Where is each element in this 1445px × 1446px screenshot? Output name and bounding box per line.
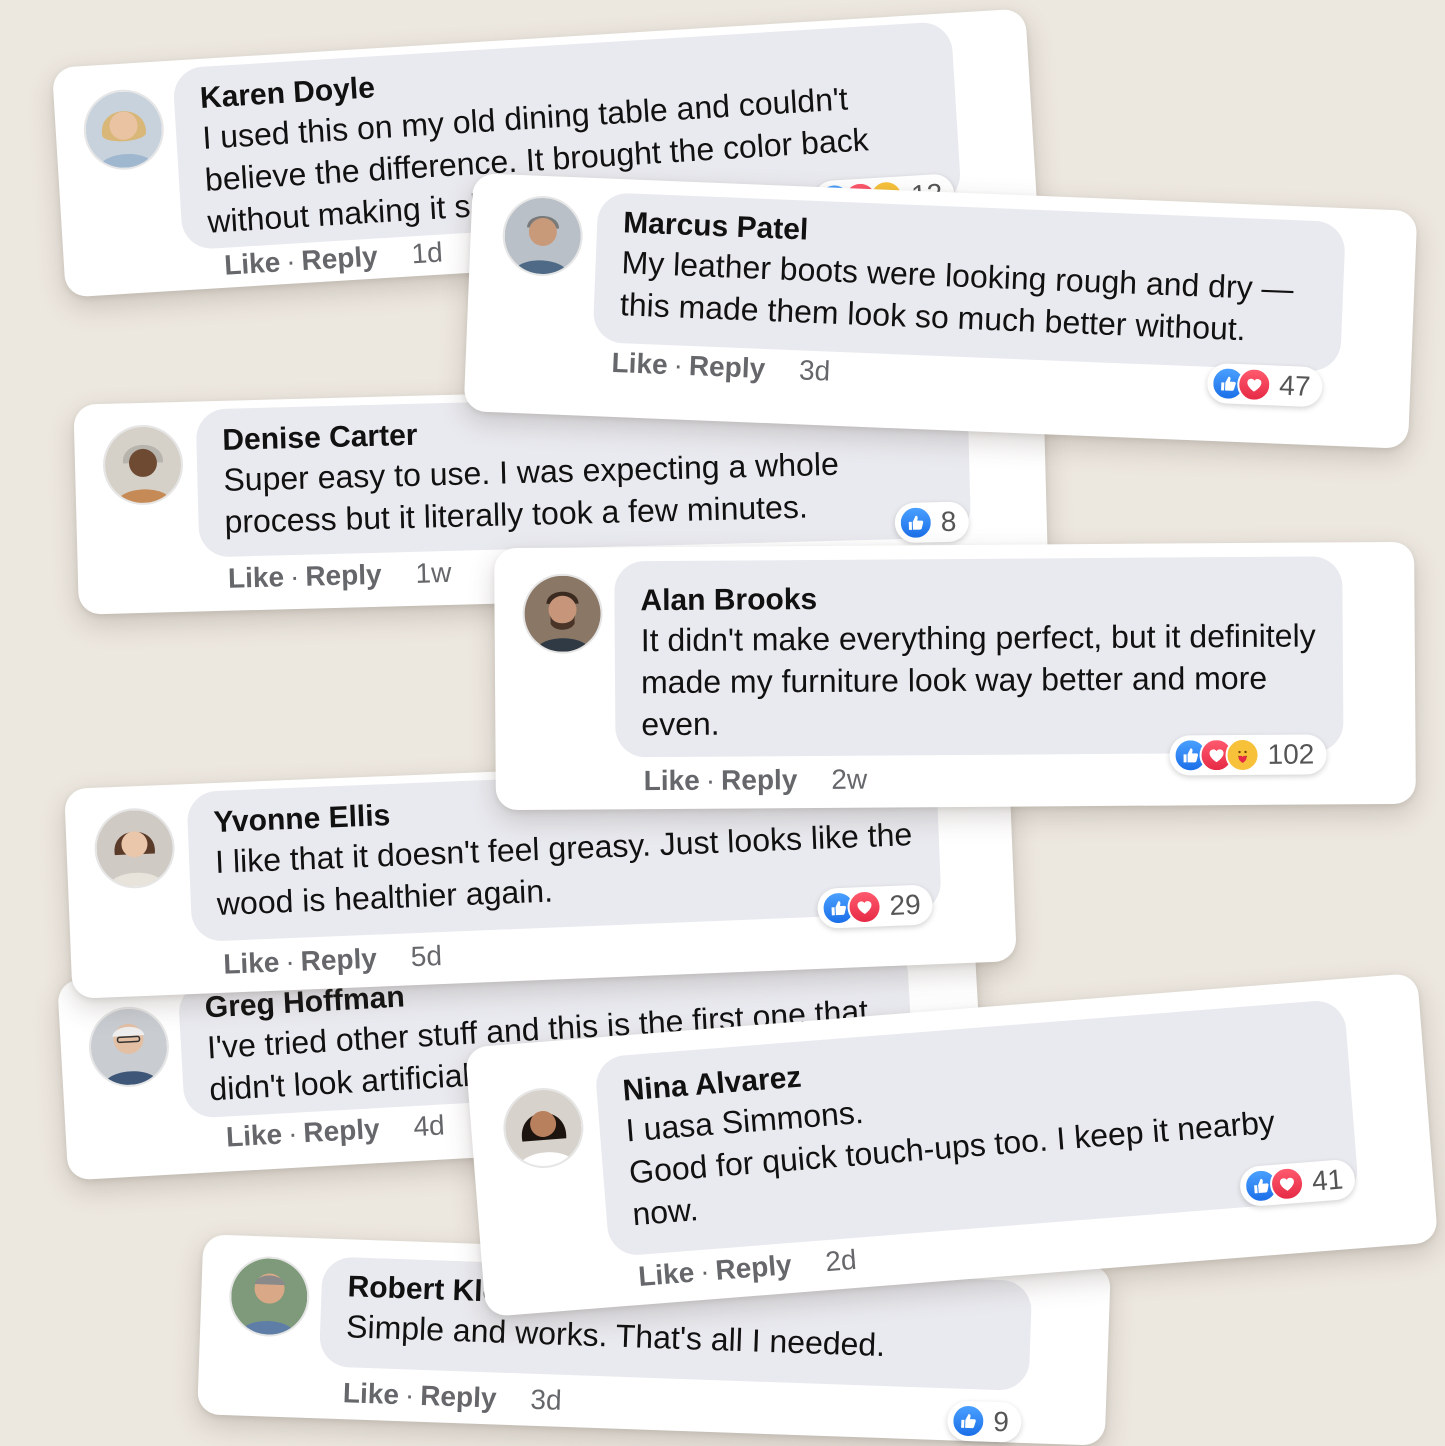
comment-time[interactable]: 1w — [415, 557, 452, 589]
avatar[interactable] — [503, 196, 583, 276]
comment-actions: Like · Reply 1w — [228, 557, 452, 595]
comment-card-alan: Alan Brooks It didn't make everything pe… — [494, 541, 1416, 811]
comment-bubble: Alan Brooks It didn't make everything pe… — [614, 556, 1344, 758]
separator-dot: · — [284, 945, 296, 978]
reply-link[interactable]: Reply — [300, 943, 377, 977]
like-link[interactable]: Like — [342, 1377, 399, 1410]
comment-actions: Like · Reply 4d — [225, 1109, 445, 1153]
comment-bubble: Nina Alvarez I uasa Simmons. Good for qu… — [594, 998, 1360, 1258]
comment-actions: Like · Reply 5d — [223, 940, 443, 981]
comment-time[interactable]: 5d — [410, 940, 442, 972]
avatar[interactable] — [104, 425, 182, 504]
avatar[interactable] — [229, 1257, 309, 1336]
separator-dot: · — [285, 245, 297, 278]
like-link[interactable]: Like — [644, 765, 700, 796]
like-link[interactable]: Like — [225, 1118, 283, 1152]
reaction-count: 9 — [992, 1405, 1010, 1438]
comment-text: Super easy to use. I was expecting a who… — [222, 445, 840, 540]
like-link[interactable]: Like — [223, 947, 280, 980]
reply-link[interactable]: Reply — [714, 1249, 792, 1286]
like-reaction-icon — [898, 505, 934, 541]
comment-bubble: Marcus Patel My leather boots were looki… — [592, 192, 1346, 373]
separator-dot: · — [705, 764, 716, 796]
comment-time[interactable]: 3d — [799, 354, 831, 386]
love-reaction-icon — [1236, 366, 1272, 403]
care-reaction-icon — [1225, 737, 1260, 773]
reaction-count: 8 — [940, 505, 957, 538]
separator-dot: · — [698, 1255, 711, 1288]
separator-dot: · — [287, 1117, 299, 1150]
like-link[interactable]: Like — [228, 561, 285, 593]
reaction-count: 47 — [1278, 369, 1312, 402]
like-link[interactable]: Like — [223, 246, 281, 280]
reaction-summary[interactable]: 47 — [1206, 362, 1324, 408]
comment-time[interactable]: 2d — [824, 1244, 857, 1277]
reply-link[interactable]: Reply — [688, 350, 765, 384]
reaction-count: 41 — [1310, 1163, 1345, 1197]
like-link[interactable]: Like — [611, 347, 668, 380]
comment-text: It didn't make everything perfect, but i… — [640, 617, 1316, 743]
avatar[interactable] — [524, 575, 601, 653]
comment-time[interactable]: 3d — [530, 1384, 562, 1416]
reply-link[interactable]: Reply — [302, 1113, 380, 1148]
love-reaction-icon — [846, 889, 883, 925]
reaction-count: 29 — [888, 888, 922, 922]
like-reaction-icon — [950, 1403, 986, 1439]
comment-time[interactable]: 1d — [411, 236, 444, 269]
comment-time[interactable]: 2w — [831, 764, 867, 795]
avatar[interactable] — [502, 1087, 585, 1169]
reaction-summary[interactable]: 8 — [894, 501, 969, 544]
reaction-summary[interactable]: 29 — [816, 884, 934, 929]
reply-link[interactable]: Reply — [721, 764, 797, 796]
separator-dot: · — [673, 349, 684, 381]
reaction-count: 102 — [1267, 738, 1315, 770]
avatar[interactable] — [83, 89, 165, 170]
comment-author[interactable]: Alan Brooks — [640, 578, 1316, 619]
comment-actions: Like · Reply 3d — [611, 347, 831, 388]
reaction-summary[interactable]: 9 — [946, 1400, 1022, 1443]
comment-card-marcus: Marcus Patel My leather boots were looki… — [463, 173, 1418, 449]
reply-link[interactable]: Reply — [301, 240, 379, 276]
avatar[interactable] — [95, 808, 175, 888]
comment-actions: Like · Reply 2w — [644, 764, 868, 798]
like-link[interactable]: Like — [637, 1257, 695, 1292]
reply-link[interactable]: Reply — [420, 1380, 497, 1414]
reply-link[interactable]: Reply — [305, 559, 382, 592]
comment-time[interactable]: 4d — [413, 1109, 446, 1142]
reaction-summary[interactable]: 102 — [1169, 734, 1327, 776]
reaction-summary[interactable]: 41 — [1238, 1158, 1357, 1208]
comment-actions: Like · Reply 3d — [342, 1377, 562, 1417]
avatar[interactable] — [88, 1006, 169, 1087]
separator-dot: · — [404, 1379, 415, 1411]
separator-dot: · — [289, 560, 300, 593]
